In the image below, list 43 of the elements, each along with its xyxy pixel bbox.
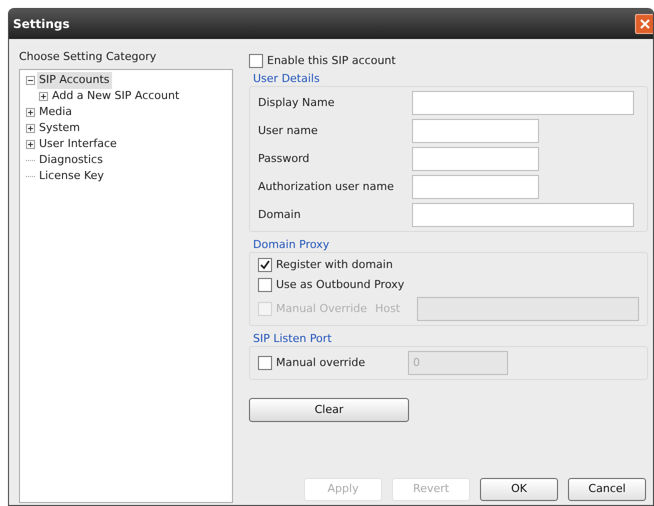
text-field[interactable] — [412, 175, 539, 199]
tree-item[interactable]: License Key — [37, 168, 106, 185]
tree-item[interactable]: User Interface — [37, 136, 119, 153]
checkbox-label: Enable this SIP account — [267, 52, 396, 69]
field-label: User name — [258, 122, 319, 139]
text-field[interactable] — [412, 119, 539, 143]
tree-item[interactable]: Media — [37, 104, 74, 121]
expand-icon[interactable] — [26, 124, 35, 133]
expand-icon[interactable] — [26, 108, 35, 117]
group-title: SIP Listen Port — [253, 332, 333, 346]
checkbox-label: Use as Outbound Proxy — [276, 276, 404, 293]
text-field[interactable] — [412, 147, 539, 171]
text-field[interactable] — [412, 91, 634, 115]
collapse-icon[interactable] — [26, 76, 35, 85]
tree-item[interactable]: SIP Accounts — [37, 72, 112, 89]
close-button[interactable] — [635, 14, 653, 34]
expand-icon[interactable] — [39, 92, 48, 101]
checkbox[interactable] — [258, 356, 272, 370]
checkbox-label: Manual Override — [276, 300, 368, 317]
checkbox[interactable] — [249, 54, 263, 68]
group-title: User Details — [253, 72, 321, 86]
sidebar-label: Choose Setting Category — [19, 49, 158, 65]
group-title: Domain Proxy — [253, 238, 330, 252]
dialog-button[interactable]: OK — [480, 478, 558, 501]
window-title: Settings — [13, 16, 70, 33]
checkbox[interactable] — [258, 258, 272, 272]
dialog-button[interactable]: Cancel — [568, 478, 646, 501]
field-label: Domain — [258, 206, 302, 223]
close-icon — [640, 19, 650, 29]
checkbox-label: Manual override — [276, 354, 366, 371]
tree-item[interactable]: Add a New SIP Account — [50, 88, 182, 105]
check-icon — [260, 260, 270, 270]
tree-item[interactable]: Diagnostics — [37, 152, 105, 169]
field-label: Password — [258, 150, 310, 167]
clear-button[interactable]: Clear — [249, 398, 409, 422]
checkbox-label: Register with domain — [276, 256, 393, 273]
field-label: Authorization user name — [258, 178, 395, 195]
field-label: Display Name — [258, 94, 336, 111]
checkbox[interactable] — [258, 278, 272, 292]
expand-icon[interactable] — [26, 140, 35, 149]
host-label: Host — [375, 300, 402, 317]
tree-item[interactable]: System — [37, 120, 82, 137]
text-field[interactable] — [412, 203, 634, 227]
